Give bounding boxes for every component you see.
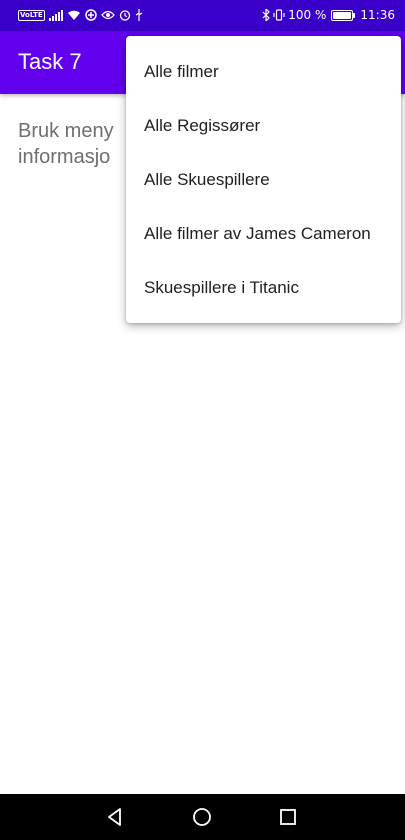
bluetooth-icon (262, 8, 271, 22)
menu-item-james-cameron[interactable]: Alle filmer av James Cameron (126, 207, 401, 261)
menu-item-alle-regissorer[interactable]: Alle Regissører (126, 99, 401, 153)
instruction-text-line2: informasjo (18, 146, 111, 168)
eye-comfort-icon (100, 8, 115, 22)
instruction-text: Bruk meny informasjo (18, 118, 114, 170)
recents-icon[interactable] (277, 806, 299, 828)
status-right-icons: 100 % 11:36 (262, 8, 395, 22)
battery-percent: 100 % (288, 8, 327, 22)
back-icon[interactable] (104, 806, 126, 828)
home-icon[interactable] (191, 806, 213, 828)
wifi-icon (67, 8, 81, 22)
app-title: Task 7 (18, 49, 82, 74)
volte-icon: VoLTE (18, 9, 45, 21)
status-time: 11:36 (360, 8, 395, 22)
overflow-menu: Alle filmer Alle Regissører Alle Skuespi… (126, 36, 401, 323)
navigation-bar (0, 794, 405, 840)
instruction-text-line1: Bruk meny (18, 120, 114, 142)
data-saver-icon (84, 8, 97, 22)
vibrate-icon (273, 8, 285, 22)
battery-charging-icon (331, 9, 356, 21)
menu-item-alle-filmer[interactable]: Alle filmer (126, 45, 401, 99)
signal-icon (48, 8, 63, 22)
menu-item-alle-skuespillere[interactable]: Alle Skuespillere (126, 153, 401, 207)
usb-icon (135, 8, 143, 22)
alarm-icon (119, 8, 131, 22)
status-left-icons: VoLTE (18, 8, 143, 22)
menu-item-titanic-actors[interactable]: Skuespillere i Titanic (126, 261, 401, 315)
status-bar: VoLTE 100 % 11:36 (0, 0, 405, 31)
